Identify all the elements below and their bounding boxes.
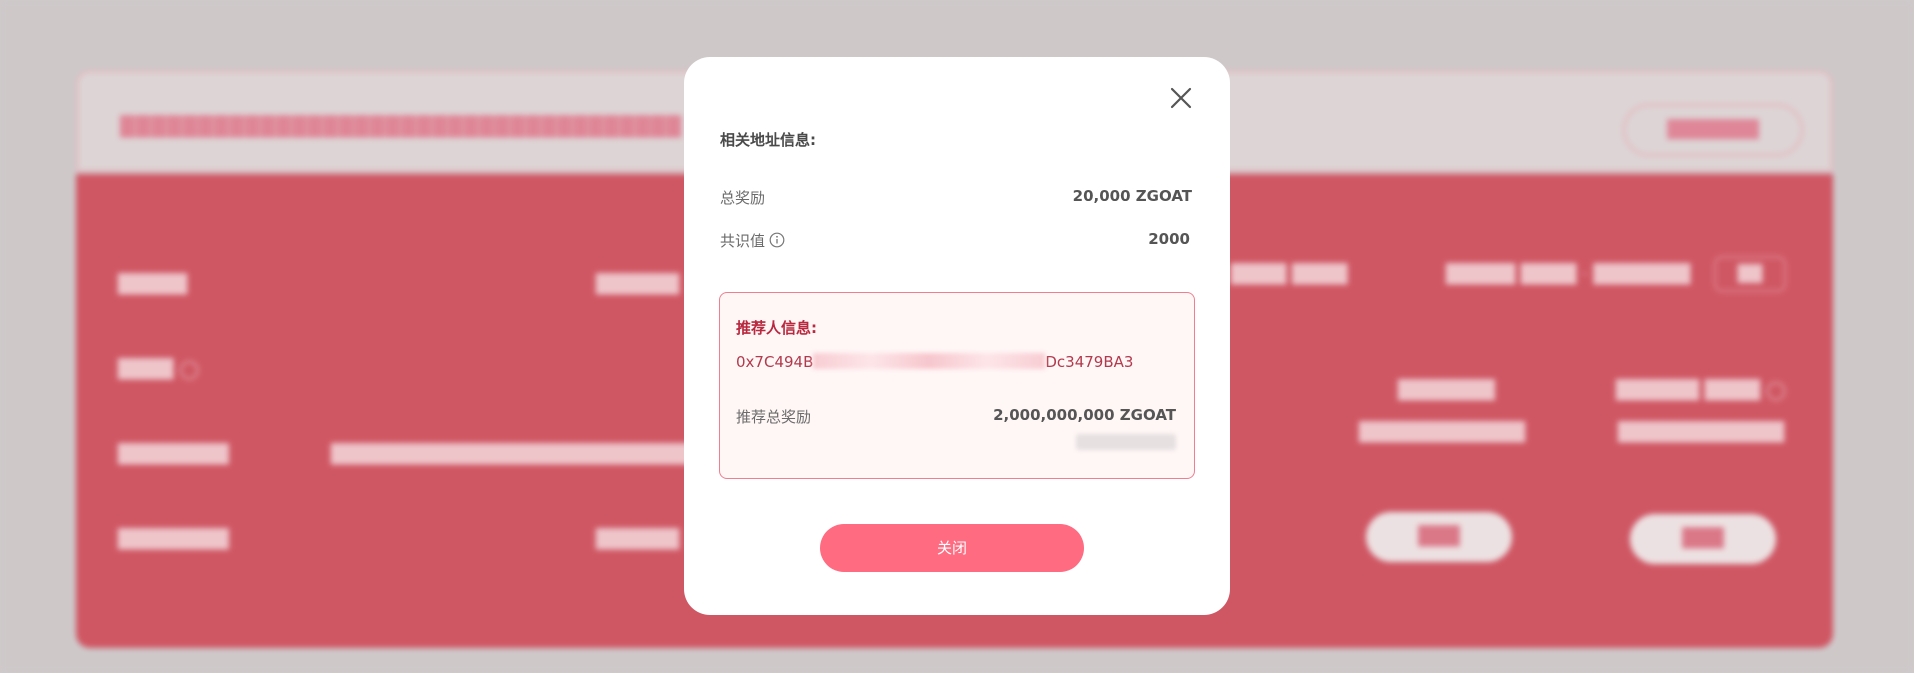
address-info-dialog: 相关地址信息: 总奖励 20,000 ZGOAT 共识值 2000 推荐人信息:…: [684, 57, 1230, 615]
referrer-total-value: 2,000,000,000 ZGOAT: [993, 406, 1176, 424]
info-icon[interactable]: [769, 232, 785, 248]
close-icon[interactable]: [1166, 83, 1196, 113]
close-button[interactable]: 关闭: [820, 524, 1084, 572]
consensus-value: 2000: [1148, 230, 1190, 248]
total-reward-value: 20,000 ZGOAT: [1072, 187, 1192, 205]
referrer-address-redacted: [813, 353, 1046, 369]
referrer-total-label: 推荐总奖励: [736, 408, 812, 426]
total-reward-label: 总奖励: [720, 189, 766, 207]
referrer-info-box: 推荐人信息: 0x7C494B Dc3479BA3 推荐总奖励 2,000,000…: [719, 292, 1195, 479]
referrer-address-suffix: Dc3479BA3: [1045, 353, 1134, 371]
dialog-title: 相关地址信息:: [720, 131, 816, 149]
consensus-label: 共识值: [720, 232, 766, 250]
referrer-address[interactable]: 0x7C494B Dc3479BA3: [736, 353, 1133, 371]
consensus-row: 共识值: [720, 230, 785, 251]
referrer-address-prefix: 0x7C494B: [736, 353, 814, 371]
referrer-heading: 推荐人信息:: [736, 319, 817, 337]
referrer-secondary-value-redacted: [1076, 434, 1176, 450]
